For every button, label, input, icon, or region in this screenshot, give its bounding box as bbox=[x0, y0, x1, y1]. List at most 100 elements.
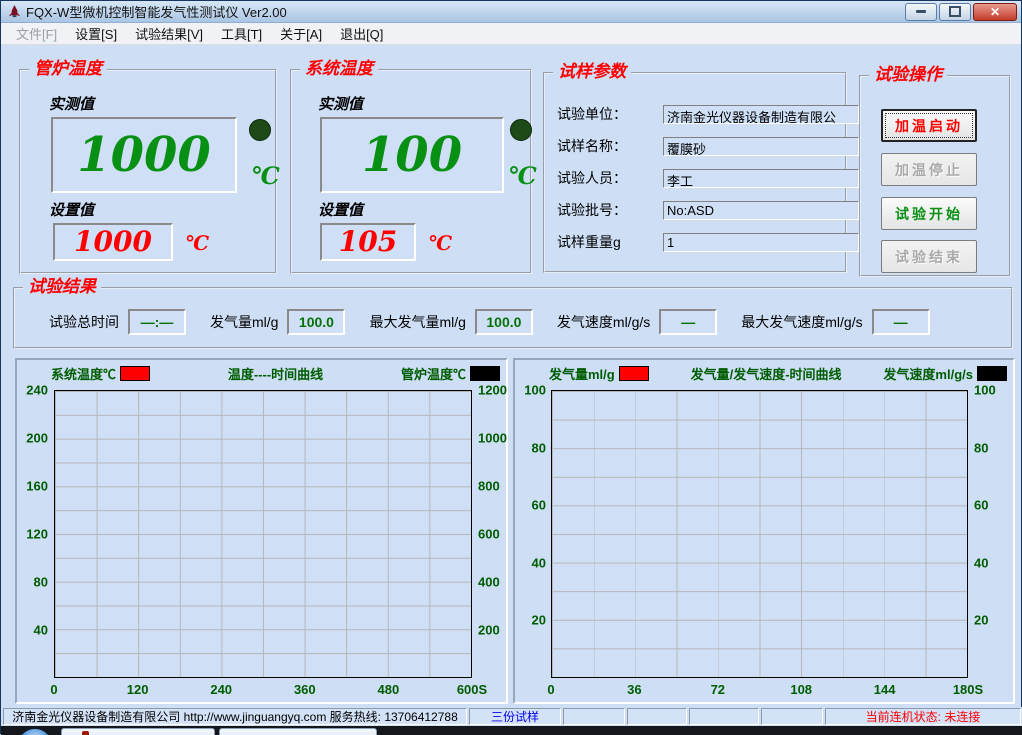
gas-rate-label: 发气速度ml/g/s bbox=[557, 312, 650, 332]
max-gas-rate-box: — bbox=[872, 309, 930, 335]
status-empty-1 bbox=[563, 708, 625, 725]
gas-rate-legend: 发气速度ml/g/s bbox=[883, 364, 1007, 383]
minimize-icon bbox=[916, 10, 926, 13]
total-time-value: —:— bbox=[141, 314, 174, 330]
furnace-temp-legend: 管炉温度℃ bbox=[401, 364, 500, 383]
menu-exit[interactable]: 退出[Q] bbox=[331, 22, 392, 45]
total-time-box: —:— bbox=[128, 309, 186, 335]
heating-stop-button[interactable]: 加温停止 bbox=[881, 153, 977, 186]
max-gas-rate-value: — bbox=[894, 314, 908, 330]
gas-volume-swatch bbox=[619, 366, 649, 381]
menu-file[interactable]: 文件[F] bbox=[7, 22, 66, 45]
furnace-set-unit: ℃ bbox=[185, 231, 209, 255]
max-gas-rate-label: 最大发气速度ml/g/s bbox=[741, 312, 862, 332]
system-measured-unit: ℃ bbox=[508, 161, 537, 190]
temperature-right-axis: 12001000800600400200 bbox=[474, 390, 514, 678]
sample-params-panel: 试样参数 试验单位： 济南金光仪器设备制造有限公 试样名称： 覆膜砂 试验人员：… bbox=[543, 72, 847, 273]
status-empty-3 bbox=[689, 708, 759, 725]
sample-weight-field[interactable]: 1 bbox=[663, 233, 859, 252]
heating-start-button[interactable]: 加温启动 bbox=[881, 109, 977, 142]
gas-rate-swatch bbox=[977, 366, 1007, 381]
sample-name-field[interactable]: 覆膜砂 bbox=[663, 137, 859, 156]
max-gas-volume-value: 100.0 bbox=[486, 314, 521, 330]
test-unit-field[interactable]: 济南金光仪器设备制造有限公 bbox=[663, 105, 859, 124]
menu-test-results[interactable]: 试验结果[V] bbox=[126, 22, 212, 45]
batch-no-field[interactable]: No:ASD bbox=[663, 201, 859, 220]
rocket-app-icon bbox=[7, 4, 22, 19]
status-company: 济南金光仪器设备制造有限公司 http://www.jinguangyq.com… bbox=[3, 708, 467, 725]
sample-name-label: 试样名称： bbox=[557, 136, 663, 156]
menu-bar: 文件[F] 设置[S] 试验结果[V] 工具[T] 关于[A] 退出[Q] bbox=[1, 23, 1021, 45]
system-temp-legend: 系统温度℃ bbox=[51, 364, 150, 383]
total-time-label: 试验总时间 bbox=[49, 312, 119, 332]
temperature-x-axis: 0120240360480600S bbox=[54, 682, 472, 698]
furnace-set-value: 1000 bbox=[74, 228, 152, 256]
batch-no-label: 试验批号： bbox=[557, 200, 663, 220]
results-row: 试验总时间 —:— 发气量ml/g 100.0 最大发气量ml/g 100.0 … bbox=[49, 309, 1003, 335]
gas-chart-header: 发气量ml/g 发气量/发气速度-时间曲线 发气速度ml/g/s bbox=[549, 364, 1007, 382]
minimize-button[interactable] bbox=[905, 3, 937, 21]
test-person-label: 试验人员： bbox=[557, 168, 663, 188]
gas-chart-title: 发气量/发气速度-时间曲线 bbox=[691, 364, 842, 383]
operations-panel: 试验操作 加温启动 加温停止 试验开始 试验结束 bbox=[859, 75, 1011, 277]
window-title: FQX-W型微机控制智能发气性测试仪 Ver2.00 bbox=[26, 2, 905, 21]
operations-title: 试验操作 bbox=[869, 66, 947, 85]
menu-about[interactable]: 关于[A] bbox=[271, 22, 331, 45]
test-end-button[interactable]: 试验结束 bbox=[881, 240, 977, 273]
param-row-batch: 试验批号： No:ASD bbox=[557, 200, 859, 220]
furnace-measured-display: 1000 bbox=[51, 117, 237, 193]
sample-weight-label: 试样重量g bbox=[557, 232, 663, 252]
test-unit-label: 试验单位： bbox=[557, 104, 663, 124]
gas-volume-value: 100.0 bbox=[299, 314, 334, 330]
furnace-temp-panel: 管炉温度 实测值 1000 ℃ 设置值 1000 ℃ bbox=[19, 69, 277, 274]
gas-plot-area bbox=[551, 390, 968, 678]
furnace-temp-swatch bbox=[470, 366, 500, 381]
furnace-measured-label: 实测值 bbox=[49, 93, 94, 114]
furnace-temp-title: 管炉温度 bbox=[29, 60, 107, 79]
gas-volume-label: 发气量ml/g bbox=[210, 312, 278, 332]
system-measured-value: 100 bbox=[362, 131, 462, 179]
status-bar: 济南金光仪器设备制造有限公司 http://www.jinguangyq.com… bbox=[1, 707, 1022, 726]
status-connection: 当前连机状态: 未连接 bbox=[825, 708, 1021, 725]
gas-left-axis: 10080604020 bbox=[515, 390, 549, 678]
system-status-led bbox=[510, 119, 532, 141]
temperature-left-axis: 2402001601208040 bbox=[17, 390, 51, 678]
max-gas-volume-label: 最大发气量ml/g bbox=[369, 312, 465, 332]
system-temp-swatch bbox=[120, 366, 150, 381]
maximize-button[interactable] bbox=[939, 3, 971, 21]
gas-chart: 发气量ml/g 发气量/发气速度-时间曲线 发气速度ml/g/s 1008060… bbox=[513, 358, 1015, 704]
system-measured-label: 实测值 bbox=[318, 93, 363, 114]
menu-settings[interactable]: 设置[S] bbox=[66, 22, 126, 45]
test-start-button[interactable]: 试验开始 bbox=[881, 197, 977, 230]
gas-rate-value: — bbox=[681, 314, 695, 330]
close-button[interactable]: ✕ bbox=[973, 3, 1017, 21]
system-set-value: 105 bbox=[339, 228, 397, 256]
param-row-weight: 试样重量g 1 bbox=[557, 232, 859, 252]
temperature-chart-header: 系统温度℃ 温度----时间曲线 管炉温度℃ bbox=[51, 364, 500, 382]
param-row-name: 试样名称： 覆膜砂 bbox=[557, 136, 859, 156]
furnace-status-led bbox=[249, 119, 271, 141]
furnace-set-label: 设置值 bbox=[49, 199, 94, 220]
taskbar-app-icon bbox=[82, 731, 89, 735]
max-gas-volume-box: 100.0 bbox=[475, 309, 533, 335]
system-set-display: 105 bbox=[320, 223, 416, 261]
gas-right-axis: 10080604020 bbox=[970, 390, 1010, 678]
app-window: FQX-W型微机控制智能发气性测试仪 Ver2.00 ✕ 文件[F] 设置[S]… bbox=[0, 0, 1022, 734]
title-bar: FQX-W型微机控制智能发气性测试仪 Ver2.00 ✕ bbox=[1, 1, 1021, 23]
test-person-field[interactable]: 李工 bbox=[663, 169, 859, 188]
gas-x-axis: 03672108144180S bbox=[551, 682, 968, 698]
furnace-measured-unit: ℃ bbox=[251, 161, 280, 190]
gas-volume-box: 100.0 bbox=[287, 309, 345, 335]
results-panel: 试验结果 试验总时间 —:— 发气量ml/g 100.0 最大发气量ml/g 1… bbox=[13, 287, 1013, 349]
system-set-unit: ℃ bbox=[428, 231, 452, 255]
status-empty-4 bbox=[761, 708, 823, 725]
menu-tools[interactable]: 工具[T] bbox=[212, 22, 271, 45]
furnace-set-display: 1000 bbox=[53, 223, 173, 261]
gas-volume-legend: 发气量ml/g bbox=[549, 364, 649, 383]
status-empty-2 bbox=[627, 708, 687, 725]
system-set-label: 设置值 bbox=[318, 199, 363, 220]
temperature-chart: 系统温度℃ 温度----时间曲线 管炉温度℃ 2402001601208040 … bbox=[15, 358, 508, 704]
system-measured-display: 100 bbox=[320, 117, 504, 193]
results-title: 试验结果 bbox=[23, 278, 101, 297]
status-sample-count: 三份试样 bbox=[469, 708, 561, 725]
